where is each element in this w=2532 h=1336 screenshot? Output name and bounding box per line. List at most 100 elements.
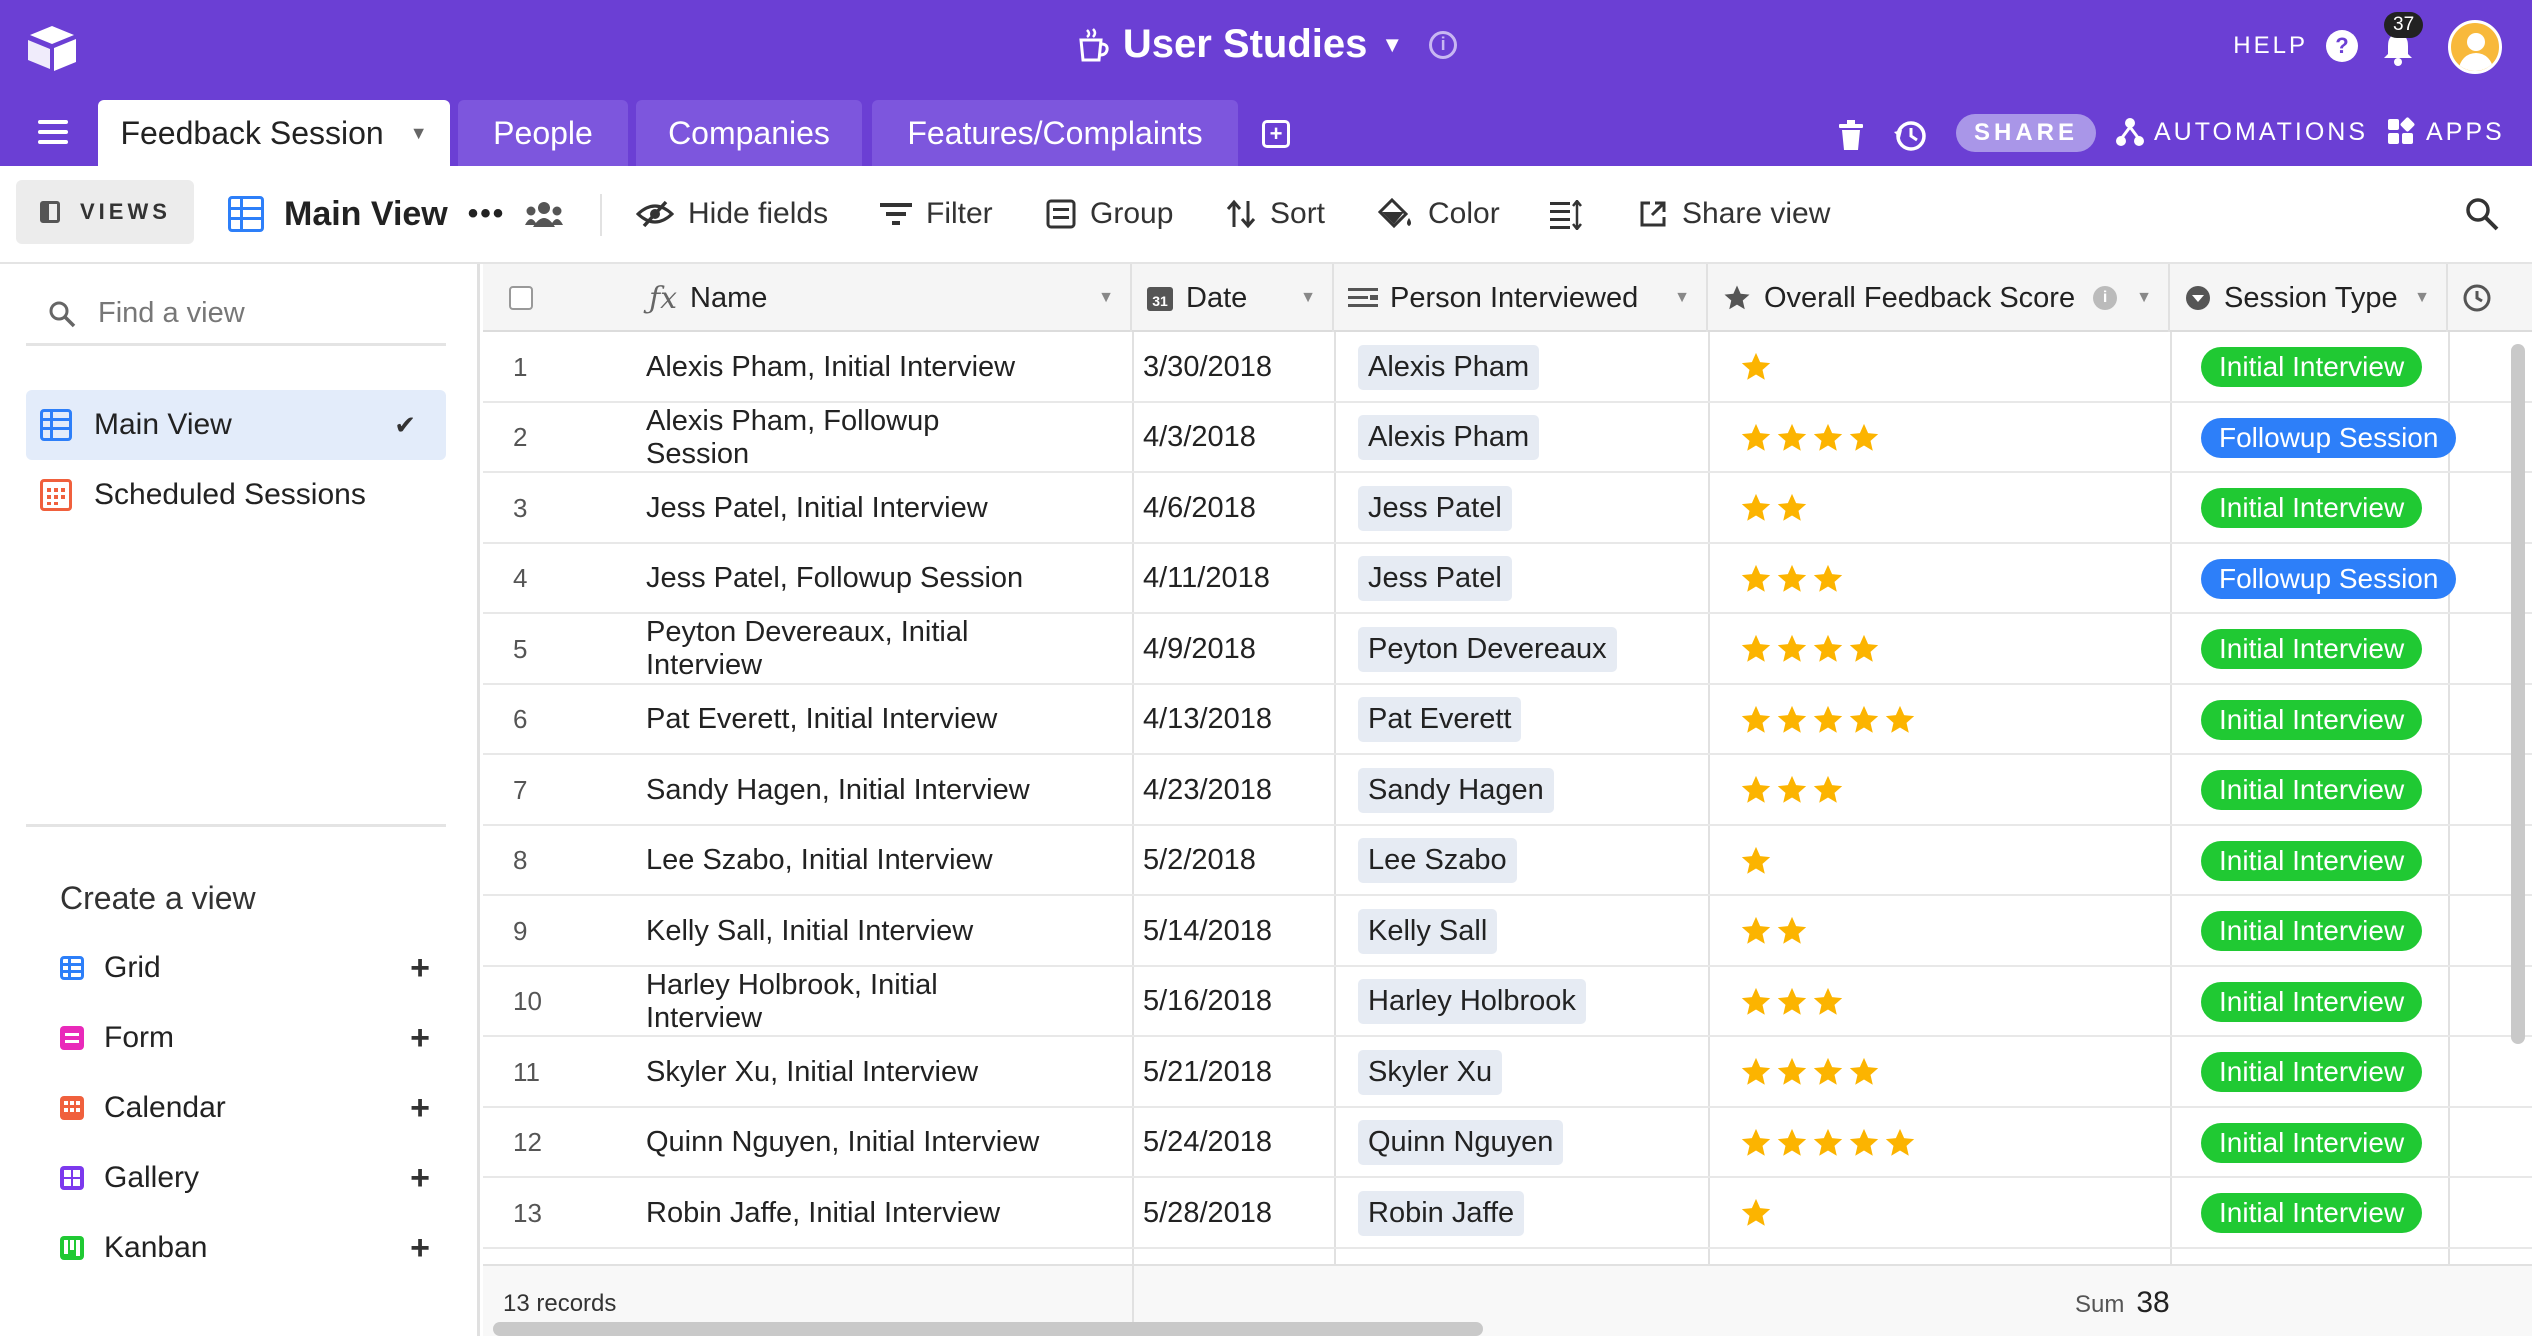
avatar[interactable] <box>2448 20 2502 74</box>
star-icon[interactable] <box>1739 491 1773 525</box>
cell-rating[interactable] <box>1739 332 1773 402</box>
create-gallery-view[interactable]: Gallery + <box>60 1150 430 1206</box>
cell-name[interactable]: Robin Jaffe, Initial Interview <box>646 1178 1046 1248</box>
cell-rating[interactable] <box>1739 685 1917 755</box>
score-sum[interactable]: Sum 38 <box>2075 1286 2170 1320</box>
table-row[interactable]: 5 Peyton Devereaux, Initial Interview 4/9/… <box>483 614 2532 685</box>
cell-session-type[interactable]: Followup Session <box>2201 544 2457 614</box>
cell-date[interactable]: 4/13/2018 <box>1143 685 1343 755</box>
trash-icon[interactable] <box>1836 118 1866 152</box>
vertical-scrollbar[interactable] <box>2511 344 2525 1044</box>
linked-record-chip[interactable]: Sandy Hagen <box>1358 767 1554 813</box>
table-row[interactable]: 4 Jess Patel, Followup Session 4/11/2018 Je… <box>483 544 2532 614</box>
plus-icon[interactable]: + <box>410 1159 430 1198</box>
star-icon[interactable] <box>1847 632 1881 666</box>
add-table-icon[interactable]: + <box>1262 120 1290 148</box>
table-row[interactable]: 9 Kelly Sall, Initial Interview 5/14/2018 K… <box>483 896 2532 967</box>
select-all-checkbox[interactable] <box>509 286 533 310</box>
linked-record-chip[interactable]: Lee Szabo <box>1358 838 1517 883</box>
cell-session-type[interactable]: Initial Interview <box>2201 896 2423 966</box>
cell-date[interactable]: 5/21/2018 <box>1143 1037 1343 1107</box>
cell-rating[interactable] <box>1739 614 1881 684</box>
create-form-view[interactable]: Form + <box>60 1010 430 1066</box>
table-row[interactable]: 2 Alexis Pham, Followup Session 4/3/2018 Al… <box>483 403 2532 473</box>
cell-date[interactable]: 3/30/2018 <box>1143 332 1343 402</box>
linked-record-chip[interactable]: Quinn Nguyen <box>1358 1120 1564 1165</box>
cell-rating[interactable] <box>1739 755 1845 825</box>
row-height-icon[interactable] <box>1550 200 1582 230</box>
cell-person-interviewed[interactable]: Kelly Sall <box>1358 896 1498 966</box>
find-view-input[interactable]: Find a view <box>26 284 446 346</box>
cell-name[interactable]: Pat Everett, Initial Interview <box>646 685 1046 755</box>
star-icon[interactable] <box>1739 985 1773 1019</box>
star-icon[interactable] <box>1775 632 1809 666</box>
cell-session-type[interactable]: Initial Interview <box>2201 1037 2423 1107</box>
star-icon[interactable] <box>1883 1126 1917 1160</box>
linked-record-chip[interactable]: Harley Holbrook <box>1358 979 1586 1024</box>
cell-session-type[interactable]: Initial Interview <box>2201 967 2423 1037</box>
share-view-button[interactable]: Share view <box>1638 186 1830 242</box>
plus-icon[interactable]: + <box>410 1229 430 1268</box>
table-row[interactable]: 10 Harley Holbrook, Initial Interview 5/16… <box>483 967 2532 1037</box>
history-icon[interactable] <box>1892 118 1928 154</box>
linked-record-chip[interactable]: Peyton Devereaux <box>1358 626 1617 672</box>
cell-person-interviewed[interactable]: Skyler Xu <box>1358 1037 1503 1107</box>
table-row[interactable]: 11 Skyler Xu, Initial Interview 5/21/2018 S… <box>483 1037 2532 1108</box>
apps-button[interactable]: APPS <box>2386 112 2505 152</box>
views-toggle-button[interactable]: VIEWS <box>16 180 194 244</box>
cell-session-type[interactable]: Initial Interview <box>2201 826 2423 896</box>
cell-person-interviewed[interactable]: Alexis Pham <box>1358 403 1540 473</box>
cell-rating[interactable] <box>1739 403 1881 473</box>
sidebar-item-scheduled-sessions[interactable]: Scheduled Sessions <box>26 460 446 530</box>
cell-session-type[interactable]: Initial Interview <box>2201 1108 2423 1178</box>
cell-person-interviewed[interactable]: Robin Jaffe <box>1358 1178 1525 1248</box>
star-icon[interactable] <box>1739 1126 1773 1160</box>
chevron-down-icon[interactable]: ▼ <box>1674 289 1690 307</box>
plus-icon[interactable]: + <box>410 1089 430 1128</box>
create-grid-view[interactable]: Grid + <box>60 940 430 996</box>
cell-session-type[interactable]: Followup Session <box>2201 403 2457 473</box>
star-icon[interactable] <box>1847 421 1881 455</box>
star-icon[interactable] <box>1775 703 1809 737</box>
star-icon[interactable] <box>1847 1055 1881 1089</box>
search-icon[interactable] <box>2464 196 2500 232</box>
cell-person-interviewed[interactable]: Jess Patel <box>1358 473 1512 543</box>
cell-rating[interactable] <box>1739 1037 1881 1107</box>
cell-rating[interactable] <box>1739 826 1773 896</box>
tab-feedback-session[interactable]: Feedback Session ▼ <box>98 100 450 166</box>
cell-person-interviewed[interactable]: Lee Szabo <box>1358 826 1517 896</box>
star-icon[interactable] <box>1811 421 1845 455</box>
star-icon[interactable] <box>1739 350 1773 384</box>
cell-person-interviewed[interactable]: Peyton Devereaux <box>1358 614 1617 684</box>
cell-name[interactable]: Jess Patel, Followup Session <box>646 544 1046 614</box>
info-icon[interactable]: i <box>1429 30 1458 59</box>
star-icon[interactable] <box>1847 1126 1881 1160</box>
table-row[interactable]: 6 Pat Everett, Initial Interview 4/13/2018… <box>483 685 2532 755</box>
chevron-down-icon[interactable]: ▼ <box>1300 289 1316 307</box>
table-row[interactable]: 1 Alexis Pham, Initial Interview 3/30/2018… <box>483 332 2532 403</box>
filter-button[interactable]: Filter <box>880 186 993 242</box>
hide-fields-button[interactable]: Hide fields <box>636 186 828 242</box>
star-icon[interactable] <box>1739 703 1773 737</box>
star-icon[interactable] <box>1811 1126 1845 1160</box>
cell-name[interactable]: Peyton Devereaux, Initial Interview <box>646 614 1046 684</box>
star-icon[interactable] <box>1811 773 1845 807</box>
star-icon[interactable] <box>1739 1196 1773 1230</box>
star-icon[interactable] <box>1739 914 1773 948</box>
cell-name[interactable]: Skyler Xu, Initial Interview <box>646 1037 1046 1107</box>
cell-name[interactable]: Kelly Sall, Initial Interview <box>646 896 1046 966</box>
star-icon[interactable] <box>1739 421 1773 455</box>
table-row[interactable]: 7 Sandy Hagen, Initial Interview 4/23/2018… <box>483 755 2532 826</box>
star-icon[interactable] <box>1811 985 1845 1019</box>
plus-icon[interactable]: + <box>410 949 430 988</box>
table-row[interactable]: 8 Lee Szabo, Initial Interview 5/2/2018 Lee… <box>483 826 2532 896</box>
tab-people[interactable]: People <box>458 100 628 166</box>
group-button[interactable]: Group <box>1046 186 1173 242</box>
cell-date[interactable]: 5/16/2018 <box>1143 967 1343 1037</box>
star-icon[interactable] <box>1775 1126 1809 1160</box>
star-icon[interactable] <box>1739 844 1773 878</box>
column-header-session-type[interactable]: Session Type ▼ <box>2170 264 2448 332</box>
cell-person-interviewed[interactable]: Alexis Pham <box>1358 332 1540 402</box>
cell-date[interactable]: 4/3/2018 <box>1143 403 1343 473</box>
cell-person-interviewed[interactable]: Harley Holbrook <box>1358 967 1586 1037</box>
